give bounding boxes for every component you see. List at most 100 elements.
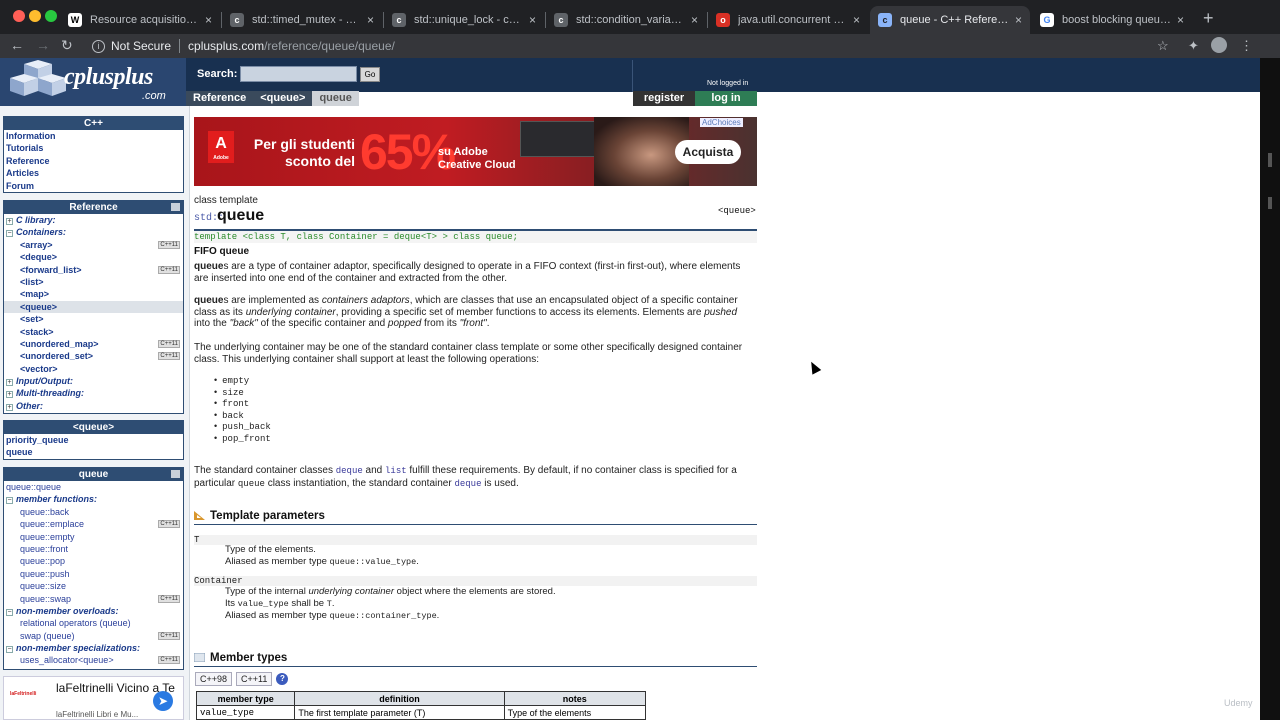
new-tab-button[interactable]: + <box>1203 8 1214 29</box>
tab-close-icon[interactable]: × <box>367 13 374 27</box>
sidebar-item[interactable]: <map> <box>4 288 183 300</box>
sidebar-item[interactable]: <forward_list> C++11 <box>4 264 183 276</box>
login-button[interactable]: log in <box>695 91 757 106</box>
collapse-icon[interactable] <box>171 470 180 478</box>
deque-link[interactable]: deque <box>454 479 481 489</box>
browser-toolbar: ← → ↻ i Not Secure cplusplus.com/referen… <box>0 34 1280 58</box>
sidebar-item[interactable]: <queue> <box>4 300 183 314</box>
sidebar-item[interactable]: <set> <box>4 313 183 325</box>
sidebar-item[interactable]: <list> <box>4 276 183 288</box>
sidebar-item[interactable]: Forum <box>4 180 183 192</box>
breadcrumb-reference[interactable]: Reference <box>186 91 254 106</box>
tab-cpp98[interactable]: C++98 <box>195 672 233 686</box>
breadcrumb-queue-header[interactable]: <queue> <box>253 91 313 106</box>
sidebar-item[interactable]: queue::size <box>4 580 183 592</box>
tab-favicon-icon: o <box>716 13 730 27</box>
sidebar-item-label: queue::emplace <box>20 519 85 530</box>
sidebar-item[interactable]: + Input/Output: <box>4 375 183 387</box>
sidebar-item[interactable]: + Other: <box>4 400 183 412</box>
sidebar-item[interactable]: queue::queue <box>4 481 183 493</box>
adobe-banner-ad[interactable]: A Adobe Per gli studenti sconto del 65% s… <box>194 117 757 186</box>
sidebar-item[interactable]: Articles <box>4 167 183 179</box>
help-icon[interactable]: ? <box>276 673 289 685</box>
sidebar-item[interactable]: − non-member overloads: <box>4 605 183 617</box>
info-icon[interactable]: i <box>92 39 105 53</box>
sidebar-item[interactable]: <stack> <box>4 326 183 338</box>
back-button[interactable]: ← <box>10 37 24 53</box>
tab-cpp11[interactable]: C++11 <box>236 672 273 686</box>
sidebar-item[interactable]: − non-member specializations: <box>4 642 183 654</box>
tab-separator <box>383 12 384 28</box>
reload-button[interactable]: ↻ <box>61 37 73 54</box>
browser-tab[interactable]: c queue - C++ Reference × <box>870 6 1030 34</box>
expand-toggle-icon[interactable]: − <box>6 646 13 654</box>
address-bar[interactable]: i Not Secure cplusplus.com/reference/que… <box>84 35 1184 57</box>
expand-toggle-icon[interactable]: + <box>6 379 13 387</box>
sidebar-item[interactable]: queue::front <box>4 543 183 555</box>
sidebar-item[interactable]: Reference <box>4 155 183 167</box>
sidebar-item[interactable]: relational operators (queue) <box>4 617 183 629</box>
sidebar-item[interactable]: + C library: <box>4 214 183 226</box>
sidebar-item[interactable]: <vector> <box>4 363 183 375</box>
sidebar-item[interactable]: queue::empty <box>4 531 183 543</box>
close-window-button[interactable] <box>13 10 25 22</box>
menu-icon[interactable]: ⋮ <box>1240 38 1253 54</box>
member-types-heading: Member types <box>194 652 757 667</box>
tab-close-icon[interactable]: × <box>691 13 698 27</box>
sidebar-item[interactable]: Information <box>4 130 183 142</box>
expand-toggle-icon[interactable]: − <box>6 497 13 505</box>
tab-close-icon[interactable]: × <box>1015 13 1022 27</box>
buy-button[interactable]: Acquista <box>675 140 741 164</box>
sidebar-ad[interactable]: laFeltrinelli laFeltrinelli Vicino a Te … <box>3 676 184 720</box>
sidebar-item[interactable]: swap (queue) C++11 <box>4 630 183 642</box>
forward-button[interactable]: → <box>36 37 50 53</box>
sidebar-item[interactable]: <unordered_set> C++11 <box>4 350 183 362</box>
browser-tab[interactable]: o java.util.concurrent (Java × <box>708 6 868 34</box>
sidebar-item[interactable]: − Containers: <box>4 226 183 238</box>
sidebar-item[interactable]: Tutorials <box>4 142 183 154</box>
browser-tab[interactable]: c std::unique_lock - cppref × <box>384 6 544 34</box>
sidebar-item[interactable]: + Multi-threading: <box>4 387 183 399</box>
list-link[interactable]: list <box>385 466 407 476</box>
maximize-window-button[interactable] <box>45 10 57 22</box>
browser-tab[interactable]: c std::condition_variable - c × <box>546 6 706 34</box>
sidebar-item[interactable]: priority_queue <box>4 434 183 446</box>
site-logo[interactable]: cplusplus .com <box>0 58 186 106</box>
extensions-icon[interactable]: ✦ <box>1188 38 1199 54</box>
sidebar-item[interactable]: queue <box>4 446 183 458</box>
expand-toggle-icon[interactable]: − <box>6 230 13 238</box>
directions-arrow-icon[interactable]: ➤ <box>153 691 173 711</box>
sidebar-item[interactable]: <deque> <box>4 251 183 263</box>
tab-close-icon[interactable]: × <box>1177 13 1184 27</box>
browser-tab[interactable]: c std::timed_mutex - cppref × <box>222 6 382 34</box>
sidebar-item[interactable]: queue::back <box>4 506 183 518</box>
sidebar-item[interactable]: queue::emplace C++11 <box>4 518 183 530</box>
sidebar-item[interactable]: <array> C++11 <box>4 239 183 251</box>
sidebar-item[interactable]: − member functions: <box>4 493 183 505</box>
collapse-icon[interactable] <box>171 203 180 211</box>
search-go-button[interactable]: Go <box>360 67 380 82</box>
deque-link[interactable]: deque <box>336 466 363 476</box>
sidebar-item[interactable]: uses_allocator<queue> C++11 <box>4 654 183 666</box>
sidebar-item[interactable]: <unordered_map> C++11 <box>4 338 183 350</box>
expand-toggle-icon[interactable]: + <box>6 218 13 225</box>
expand-toggle-icon[interactable]: − <box>6 608 13 616</box>
doc-header-file[interactable]: <queue> <box>718 206 756 216</box>
sidebar-item[interactable]: queue::swap C++11 <box>4 593 183 605</box>
paragraph-emphasis: popped <box>387 318 422 330</box>
tab-close-icon[interactable]: × <box>529 13 536 27</box>
minimize-window-button[interactable] <box>29 10 41 22</box>
browser-tab[interactable]: Gboost blocking queue - G × <box>1032 6 1192 34</box>
bookmark-star-icon[interactable]: ☆ <box>1157 38 1169 54</box>
expand-toggle-icon[interactable]: + <box>6 403 13 411</box>
register-button[interactable]: register <box>633 91 695 106</box>
expand-toggle-icon[interactable]: + <box>6 391 13 399</box>
sidebar-item[interactable]: queue::push <box>4 568 183 580</box>
tab-close-icon[interactable]: × <box>205 13 212 27</box>
adchoices-link[interactable]: AdChoices <box>700 118 743 127</box>
sidebar-item[interactable]: queue::pop <box>4 555 183 567</box>
browser-tab[interactable]: W Resource acquisition is in × <box>60 6 220 34</box>
search-input[interactable] <box>240 66 357 82</box>
profile-avatar[interactable] <box>1211 37 1227 53</box>
tab-close-icon[interactable]: × <box>853 13 860 27</box>
